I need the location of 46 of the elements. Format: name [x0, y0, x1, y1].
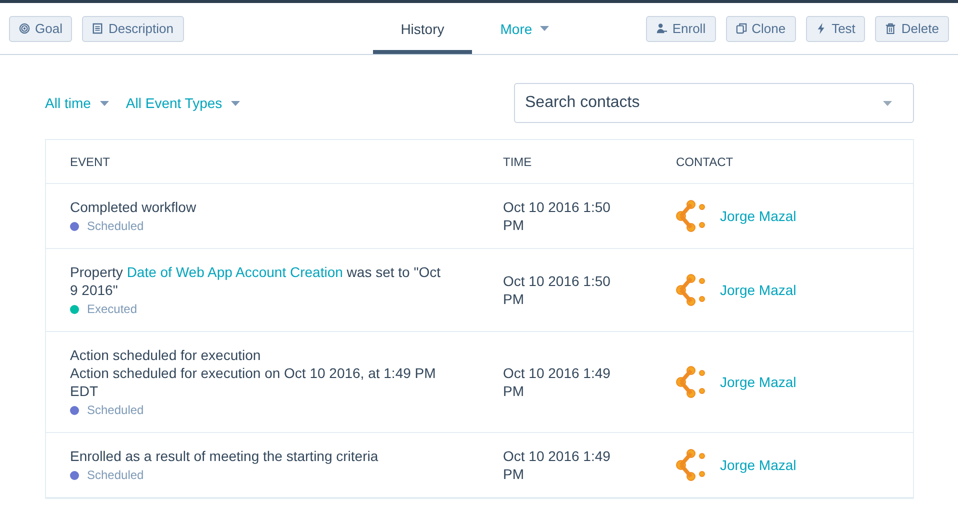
- target-icon: [19, 23, 30, 34]
- document-icon: [92, 23, 104, 34]
- column-header: EVENT: [69, 154, 112, 168]
- caret-icon: [540, 26, 550, 31]
- contact-link[interactable]: Jorge Mazal: [720, 373, 796, 391]
- filter-dropdown[interactable]: All Event Types: [126, 95, 240, 111]
- event-text: Completed workflow: [70, 198, 198, 216]
- lightning-bolt-icon: [816, 23, 827, 34]
- person-icon: [656, 23, 668, 34]
- status-label: Executed: [87, 301, 138, 317]
- toolbar-button[interactable]: Enroll: [646, 16, 716, 42]
- contact-link[interactable]: Jorge Mazal: [720, 207, 796, 225]
- contact-link[interactable]: Jorge Mazal: [720, 456, 796, 474]
- contact-avatar-icon: [676, 366, 708, 398]
- event-text: Enrolled as a result of meeting the starting criteria: [70, 447, 380, 465]
- toolbar-button[interactable]: Test: [806, 16, 866, 42]
- tab[interactable]: History: [372, 3, 472, 54]
- status-label: Scheduled: [87, 467, 144, 483]
- caret-icon: [100, 100, 109, 106]
- time-text: Oct 10 2016 1:50 PM: [503, 198, 612, 234]
- filter-dropdown[interactable]: All time: [45, 95, 109, 111]
- contact-avatar-icon: [676, 274, 708, 306]
- tab[interactable]: More: [472, 3, 578, 54]
- contact-link[interactable]: Jorge Mazal: [720, 281, 796, 299]
- time-text: Oct 10 2016 1:49 PM: [503, 364, 612, 400]
- contact-avatar-icon: [676, 200, 708, 232]
- toolbar-button[interactable]: Delete: [875, 16, 949, 42]
- toolbar-button[interactable]: Goal: [9, 16, 72, 42]
- event-text: Property Date of Web App Account Creation was set to "Oct 9 2016": [70, 263, 442, 299]
- event-detail: Action scheduled for execution on Oct 10 2016, at 1:49 PM EDT: [70, 364, 437, 400]
- column-header: TIME: [502, 154, 533, 168]
- caret-icon: [883, 101, 892, 106]
- time-text: Oct 10 2016 1:50 PM: [503, 272, 612, 308]
- property-link[interactable]: Date of Web App Account Creation: [126, 264, 343, 280]
- time-text: Oct 10 2016 1:49 PM: [503, 447, 612, 483]
- contact-avatar-icon: [676, 449, 708, 481]
- column-header: CONTACT: [675, 154, 734, 168]
- caret-icon: [231, 100, 240, 106]
- search-field[interactable]: Search contacts: [514, 83, 914, 123]
- copy-icon: [736, 23, 747, 34]
- status-label: Scheduled: [87, 402, 144, 418]
- trash-icon: [885, 23, 896, 34]
- toolbar-button[interactable]: Description: [82, 16, 184, 42]
- status-label: Scheduled: [87, 218, 144, 234]
- toolbar-button[interactable]: Clone: [726, 16, 796, 42]
- event-text: Action scheduled for execution: [70, 346, 262, 364]
